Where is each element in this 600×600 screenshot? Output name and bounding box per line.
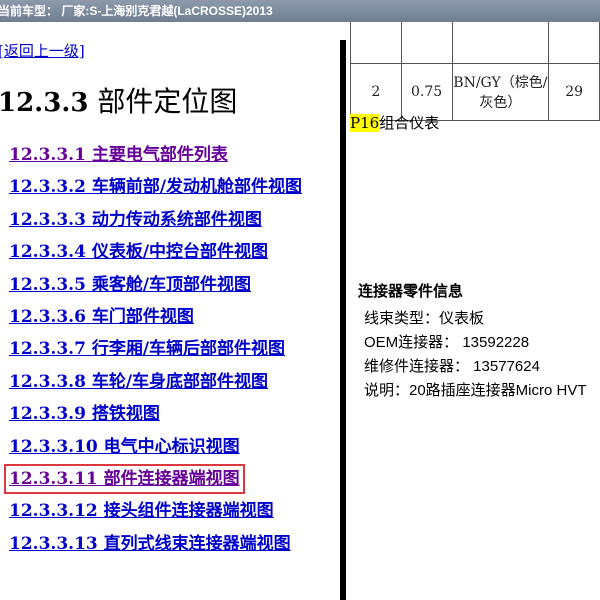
toc-item: 12.3.3.11 部件连接器端视图 bbox=[4, 463, 302, 496]
toc-link[interactable]: 12.3.3.7 行李厢/车辆后部部件视图 bbox=[9, 339, 285, 359]
content-pane: 2 0.75 BN/GY（棕色/灰色） 29 P16组合仪表 连接器零件信息 线… bbox=[346, 22, 600, 600]
back-link[interactable]: [返回上一级] bbox=[0, 40, 85, 61]
toc-link[interactable]: 12.3.3.3 动力传动系统部件视图 bbox=[9, 210, 262, 230]
toc-label: 直列式线束连接器端视图 bbox=[103, 533, 291, 554]
toc-link[interactable]: 12.3.3.10 电气中心标识视图 bbox=[9, 437, 240, 457]
pin-table: 2 0.75 BN/GY（棕色/灰色） 29 bbox=[350, 22, 600, 121]
toc-link[interactable]: 12.3.3.11 部件连接器端视图 bbox=[4, 463, 245, 494]
toc-label: 部件连接器端视图 bbox=[103, 468, 240, 489]
table-row-empty bbox=[350, 22, 600, 64]
toc-item: 12.3.3.4 仪表板/中控台部件视图 bbox=[9, 237, 302, 269]
section-number: 12.3.3 bbox=[0, 88, 89, 118]
toc-item: 12.3.3.5 乘客舱/车顶部件视图 bbox=[9, 270, 302, 302]
toc-number: 12.3.3.13 bbox=[9, 533, 98, 554]
info-row-oem: OEM连接器： 13592228 bbox=[364, 334, 530, 351]
page-title: 12.3.3 部件定位图 bbox=[0, 80, 237, 120]
toc-item: 12.3.3.10 电气中心标识视图 bbox=[9, 432, 302, 464]
toc-number: 12.3.3.4 bbox=[9, 242, 86, 263]
toc-item: 12.3.3.1 主要电气部件列表 bbox=[9, 140, 302, 172]
table-cell bbox=[451, 22, 550, 64]
wire-color-cell: BN/GY（棕色/灰色） bbox=[451, 63, 550, 121]
toc-number: 12.3.3.8 bbox=[9, 371, 86, 392]
toc-number: 12.3.3.10 bbox=[9, 436, 98, 457]
toc-label: 车轮/车身底部部件视图 bbox=[91, 371, 269, 392]
toc-item: 12.3.3.6 车门部件视图 bbox=[9, 302, 302, 334]
toc-label: 动力传动系统部件视图 bbox=[91, 209, 262, 230]
toc-item: 12.3.3.3 动力传动系统部件视图 bbox=[9, 205, 302, 237]
section-title-text: 部件定位图 bbox=[97, 85, 238, 118]
info-row-harness: 线束类型：仪表板 bbox=[364, 310, 485, 327]
toc-number: 12.3.3.7 bbox=[9, 339, 86, 360]
toc-number: 12.3.3.1 bbox=[9, 145, 86, 165]
toc-item: 12.3.3.13 直列式线束连接器端视图 bbox=[9, 529, 302, 561]
toc-item: 12.3.3.2 车辆前部/发动机舱部件视图 bbox=[9, 172, 302, 204]
circuit-number-cell: 29 bbox=[548, 63, 600, 121]
toc-label: 仪表板/中控台部件视图 bbox=[91, 242, 269, 263]
navigation-pane: [返回上一级] 12.3.3 部件定位图 12.3.3.1 主要电气部件列表 12… bbox=[0, 22, 340, 600]
toc-link[interactable]: 12.3.3.5 乘客舱/车顶部件视图 bbox=[9, 275, 251, 295]
toc-link[interactable]: 12.3.3.12 接头组件连接器端视图 bbox=[9, 501, 274, 521]
connector-heading: P16组合仪表 bbox=[350, 112, 439, 133]
toc-label: 行李厢/车辆后部部件视图 bbox=[91, 339, 286, 360]
toc-label: 车辆前部/发动机舱部件视图 bbox=[91, 177, 303, 198]
connector-info-title: 连接器零件信息 bbox=[358, 283, 464, 300]
toc-link[interactable]: 12.3.3.8 车轮/车身底部部件视图 bbox=[9, 372, 268, 392]
toc-number: 12.3.3.5 bbox=[9, 274, 86, 295]
toc-number: 12.3.3.3 bbox=[9, 209, 86, 230]
toc-link[interactable]: 12.3.3.1 主要电气部件列表 bbox=[9, 145, 228, 165]
table-cell bbox=[548, 22, 600, 64]
connector-name: 组合仪表 bbox=[379, 114, 440, 132]
current-model-label: 当前车型： 厂家:S-上海别克君越(LaCROSSE)2013 bbox=[0, 4, 273, 18]
toc-label: 搭铁视图 bbox=[91, 404, 160, 425]
connector-info: 连接器零件信息 线束类型：仪表板 OEM连接器： 13592228 维修件连接器… bbox=[358, 280, 587, 403]
toc-label: 接头组件连接器端视图 bbox=[103, 501, 274, 522]
toc-label: 车门部件视图 bbox=[91, 306, 194, 327]
toc-item: 12.3.3.8 车轮/车身底部部件视图 bbox=[9, 367, 302, 399]
toc-number: 12.3.3.11 bbox=[9, 468, 98, 489]
toc-number: 12.3.3.12 bbox=[9, 501, 98, 522]
toc-link[interactable]: 12.3.3.2 车辆前部/发动机舱部件视图 bbox=[9, 177, 302, 197]
toc-link[interactable]: 12.3.3.4 仪表板/中控台部件视图 bbox=[9, 242, 268, 262]
table-cell bbox=[400, 22, 453, 64]
toc-label: 主要电气部件列表 bbox=[91, 145, 228, 165]
toc-item: 12.3.3.12 接头组件连接器端视图 bbox=[9, 496, 302, 528]
toc-number: 12.3.3.9 bbox=[9, 404, 86, 425]
toc-link[interactable]: 12.3.3.13 直列式线束连接器端视图 bbox=[9, 534, 291, 554]
table-cell bbox=[350, 22, 402, 64]
toc-link[interactable]: 12.3.3.9 搭铁视图 bbox=[9, 404, 160, 424]
connector-id-highlight: P16 bbox=[350, 114, 380, 132]
toc-list: 12.3.3.1 主要电气部件列表 12.3.3.2 车辆前部/发动机舱部件视图 1… bbox=[4, 140, 302, 561]
info-row-service: 维修件连接器： 13577624 bbox=[364, 358, 540, 375]
toc-number: 12.3.3.6 bbox=[9, 306, 86, 327]
info-row-description: 说明：20路插座连接器Micro HVT bbox=[364, 382, 587, 399]
toc-label: 乘客舱/车顶部件视图 bbox=[91, 274, 252, 295]
toc-number: 12.3.3.2 bbox=[9, 177, 86, 198]
toc-link[interactable]: 12.3.3.6 车门部件视图 bbox=[9, 307, 194, 327]
title-bar: 当前车型： 厂家:S-上海别克君越(LaCROSSE)2013 bbox=[0, 0, 600, 22]
toc-item: 12.3.3.9 搭铁视图 bbox=[9, 399, 302, 431]
toc-label: 电气中心标识视图 bbox=[103, 436, 240, 457]
toc-item: 12.3.3.7 行李厢/车辆后部部件视图 bbox=[9, 334, 302, 366]
